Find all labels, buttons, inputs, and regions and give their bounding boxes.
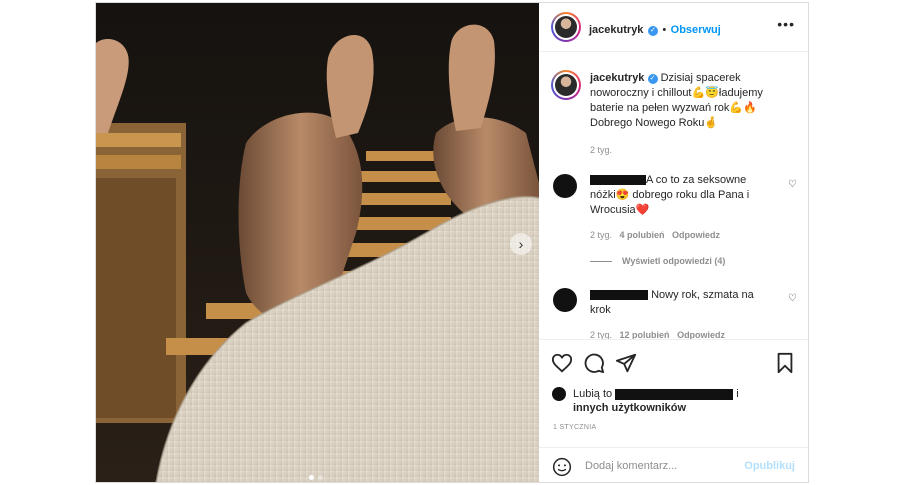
redacted-liker-name [615,388,734,400]
caption-line-2: noworoczny i chillout💪😇ładujemy [590,87,763,99]
comment-1-meta: 2 tyg. 4 polubień Odpowiedz [590,230,786,240]
replies-line [590,261,612,263]
comment-1-line-1: A co to za seksowne [646,174,747,186]
post-date[interactable]: 1 STYCZNIA [553,424,596,431]
bookmark-icon[interactable] [775,352,795,374]
instagram-post: › jacekutryk ✓ • Obserwuj ••• jacekutryk… [95,2,809,483]
verified-badge-icon: ✓ [647,74,658,84]
comment-1-time[interactable]: 2 tyg. [590,230,612,240]
share-icon[interactable] [615,352,637,374]
comment-1: A co to za seksowne nóżki😍 dobrego roku … [590,173,786,266]
separator-dot: • [662,24,667,36]
comment-2-meta: 2 tyg. 12 polubień Odpowiedz [590,330,786,339]
photo-feet-in-sauna [96,3,539,482]
comment-2-likes[interactable]: 12 polubień [620,330,670,339]
comment-2-line-2: krok [590,304,611,316]
next-photo-button[interactable]: › [510,233,532,255]
redacted-username [590,175,646,186]
chevron-right-icon: › [518,236,524,252]
likes-summary: Lubią to i innych użytkowników [573,387,739,415]
comment-input[interactable] [583,459,737,473]
carousel-indicator [309,467,329,480]
likes-others-link[interactable]: innych użytkowników [573,402,686,414]
avatar-ring-inner [553,14,579,40]
emoji-icon[interactable] [552,457,572,477]
post-side-panel: jacekutryk ✓ • Obserwuj ••• jacekutryk ✓… [539,3,808,482]
post-actions: Lubią to i innych użytkowników 1 STYCZNI… [539,339,808,482]
likes-prefix: Lubią to [573,388,613,400]
post-header: jacekutryk ✓ • Obserwuj ••• [539,3,808,52]
comment-1-reply-button[interactable]: Odpowiedz [672,230,720,240]
heart-icon[interactable] [551,352,573,374]
avatar-image [555,16,577,38]
comment-2: Nowy rok, szmata na krok 2 tyg. 12 polub… [590,288,786,339]
caption-avatar[interactable] [551,70,581,100]
liker-avatar-redacted[interactable] [552,387,566,401]
comment-2-line-1: Nowy rok, szmata na [651,289,754,301]
author-username[interactable]: jacekutryk [589,24,643,36]
redacted-username [590,290,648,301]
caption-line-1: Dzisiaj spacerek [660,72,741,84]
comment-icon[interactable] [583,352,605,374]
carousel-dot-active [309,475,314,480]
view-replies-label: Wyświetl odpowiedzi (4) [622,256,726,266]
publish-button[interactable]: Opublikuj [744,460,795,472]
header-user-row: jacekutryk ✓ • Obserwuj [589,20,721,38]
comment-1-likes[interactable]: 4 polubień [620,230,665,240]
comment-2-time[interactable]: 2 tyg. [590,330,612,339]
caption-line-3: baterie na pełen wyzwań rok💪🔥 [590,102,757,114]
likes-and: i [736,388,739,400]
add-comment-bar: Opublikuj [539,447,808,482]
comment-1-line-2: nóżki😍 dobrego roku dla Pana i [590,189,750,201]
comments-section: jacekutryk ✓ Dzisiaj spacerek noworoczny… [539,52,808,339]
comment-2-reply-button[interactable]: Odpowiedz [677,330,725,339]
commenter-avatar-redacted[interactable] [553,288,577,312]
comment-1-like-heart-icon[interactable]: ♡ [788,179,797,190]
comment-1-body: A co to za seksowne nóżki😍 dobrego roku … [590,173,786,218]
follow-button[interactable]: Obserwuj [671,24,721,36]
caption-body: jacekutryk ✓ Dzisiaj spacerek noworoczny… [590,71,800,131]
post-photo[interactable]: › [96,3,539,482]
verified-badge-icon: ✓ [647,26,658,36]
caption-time[interactable]: 2 tyg. [590,145,800,155]
avatar-ring-inner [553,72,579,98]
caption-username[interactable]: jacekutryk [590,72,644,84]
view-replies-button[interactable]: Wyświetl odpowiedzi (4) [590,256,786,266]
author-avatar[interactable] [551,12,581,42]
commenter-avatar-redacted[interactable] [553,174,577,198]
avatar-image [555,74,577,96]
caption-line-4: Dobrego Nowego Roku🤞 [590,117,719,129]
more-options-icon[interactable]: ••• [777,16,795,32]
comment-2-like-heart-icon[interactable]: ♡ [788,293,797,304]
comment-2-body: Nowy rok, szmata na krok [590,288,786,318]
comment-1-line-3: Wrocusia❤️ [590,204,650,216]
caption: jacekutryk ✓ Dzisiaj spacerek noworoczny… [590,71,800,155]
